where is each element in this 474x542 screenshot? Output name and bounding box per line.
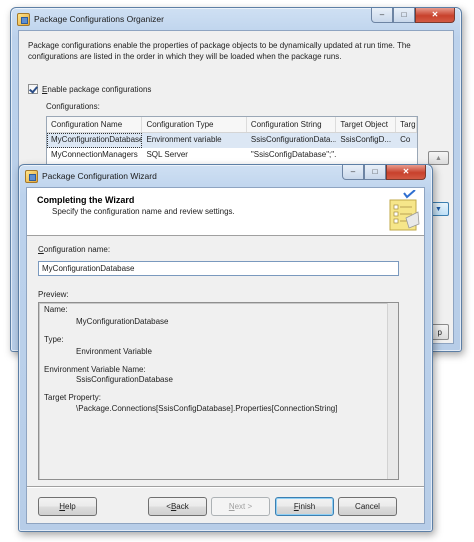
column-header[interactable]: Configuration Type: [142, 117, 247, 132]
column-header[interactable]: Configuration Name: [47, 117, 143, 132]
arrow-up-icon: ▲: [435, 154, 442, 162]
organizer-description: Package configurations enable the proper…: [28, 41, 411, 61]
back-button[interactable]: < Back: [148, 497, 207, 516]
preview-env-heading: Environment Variable Name:: [44, 365, 146, 374]
table-cell: SsisConfigD...: [340, 135, 392, 144]
next-button[interactable]: Next >: [211, 497, 270, 516]
table-cell: [336, 148, 396, 163]
help-button[interactable]: Help: [38, 497, 97, 516]
table-cell: MyConfigurationDatabase: [47, 133, 143, 148]
checkbox-checked-icon[interactable]: [28, 84, 38, 94]
table-cell: MyConnectionManagers: [51, 150, 138, 159]
configuration-name-input[interactable]: [38, 261, 399, 276]
finish-button[interactable]: Finish: [275, 497, 334, 516]
preview-env-value: SsisConfigurationDatabase: [76, 375, 173, 384]
preview-box[interactable]: Name: MyConfigurationDatabase Type: Envi…: [38, 302, 399, 480]
wizard-title: Package Configuration Wizard: [42, 171, 157, 181]
preview-target-value: \Package.Connections[SsisConfigDatabase]…: [76, 404, 338, 413]
organizer-caption-buttons: – □ ✕: [371, 8, 455, 23]
column-header[interactable]: Configuration String: [247, 117, 337, 132]
preview-type-heading: Type:: [44, 335, 64, 344]
preview-name-value: MyConfigurationDatabase: [76, 317, 169, 326]
close-button[interactable]: ✕: [415, 8, 455, 23]
app-icon: [17, 12, 30, 26]
table-cell: SQL Server: [146, 150, 188, 159]
wizard-header: Completing the Wizard Specify the config…: [27, 188, 424, 236]
close-button[interactable]: ✕: [386, 165, 426, 180]
column-header[interactable]: Target Object: [336, 117, 397, 132]
arrow-down-icon: ▼: [435, 205, 442, 213]
preview-target-heading: Target Property:: [44, 393, 101, 402]
organizer-title-bar[interactable]: Package Configurations Organizer: [17, 8, 381, 30]
wizard-client-area: Completing the Wizard Specify the config…: [26, 187, 425, 524]
wizard-page-subtitle: Specify the configuration name and revie…: [52, 207, 235, 216]
maximize-button[interactable]: □: [364, 165, 386, 180]
wizard-title-bar[interactable]: Package Configuration Wizard: [25, 165, 352, 187]
app-icon: [25, 169, 38, 183]
cancel-button[interactable]: Cancel: [338, 497, 397, 516]
column-header[interactable]: Targ: [396, 117, 417, 132]
move-up-button[interactable]: ▲: [428, 151, 449, 165]
minimize-button[interactable]: –: [371, 8, 393, 23]
preview-name-heading: Name:: [44, 305, 68, 314]
table-row[interactable]: MyConfigurationDatabase Environment vari…: [47, 133, 417, 148]
configurations-label: Configurations:: [46, 102, 100, 111]
table-cell: Co: [400, 135, 411, 144]
wizard-page-title: Completing the Wizard: [37, 195, 135, 205]
organizer-title: Package Configurations Organizer: [34, 14, 164, 24]
package-configuration-wizard-window: Package Configuration Wizard – □ ✕ Compl…: [18, 164, 433, 532]
enable-configurations-checkbox[interactable]: Enable package configurations: [28, 84, 151, 94]
wizard-caption-buttons: – □ ✕: [342, 165, 426, 180]
button-separator: [27, 486, 424, 488]
enable-configurations-label: Enable package configurations: [42, 84, 152, 94]
preview-label: Preview:: [38, 290, 69, 299]
table-row[interactable]: MyConnectionManagers SQL Server "SsisCon…: [47, 148, 417, 163]
grid-header: Configuration Name Configuration Type Co…: [47, 117, 417, 133]
wizard-checklist-icon: [389, 190, 420, 231]
preview-type-value: Environment Variable: [76, 347, 152, 356]
maximize-button[interactable]: □: [393, 8, 415, 23]
table-cell: "SsisConfigDatabase";"...: [250, 150, 337, 159]
table-cell: SsisConfigurationData...: [250, 135, 337, 144]
table-cell: Environment variable: [146, 135, 222, 144]
configuration-name-label: Configuration name:: [38, 245, 111, 254]
table-cell: [396, 148, 417, 163]
preview-scrollbar[interactable]: [387, 303, 398, 479]
minimize-button[interactable]: –: [342, 165, 364, 180]
